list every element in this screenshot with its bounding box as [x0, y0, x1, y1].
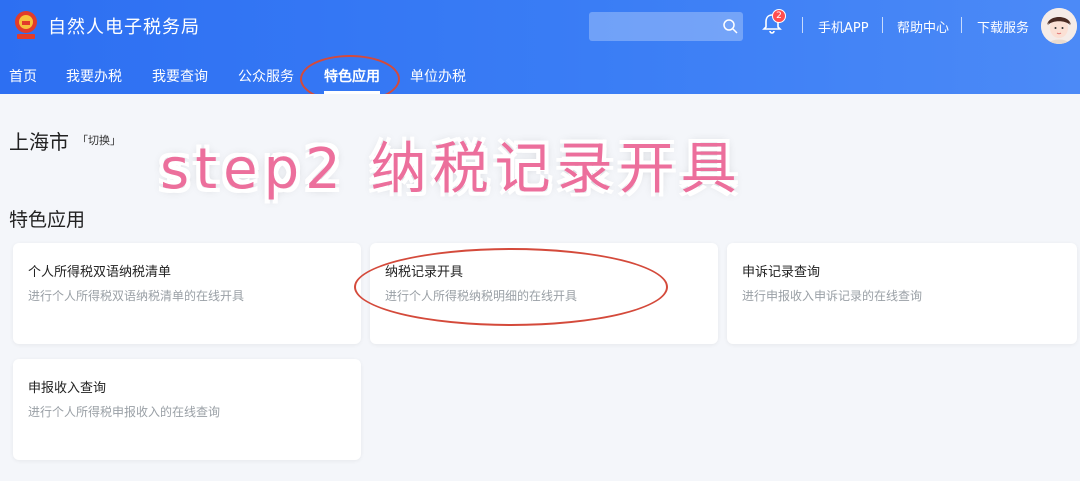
card-desc: 进行个人所得税双语纳税清单的在线开具	[28, 289, 245, 303]
switch-city-link[interactable]: 「切换」	[77, 132, 121, 148]
step-overlay-text: step2 纳税记录开具	[160, 137, 743, 202]
card-appeal-record-query[interactable]: 申诉记录查询 进行申报收入申诉记录的在线查询	[727, 243, 1077, 344]
search-icon[interactable]	[722, 18, 738, 34]
help-center-link[interactable]: 帮助中心	[897, 17, 949, 36]
main-nav: 首页 我要办税 我要查询 公众服务 特色应用 单位办税	[0, 60, 1080, 94]
divider	[961, 17, 962, 33]
card-desc: 进行个人所得税申报收入的在线查询	[28, 405, 221, 419]
card-title: 申报收入查询	[28, 381, 107, 396]
nav-query[interactable]: 我要查询	[152, 66, 208, 86]
search-input[interactable]	[589, 12, 743, 41]
nav-public-service[interactable]: 公众服务	[238, 66, 294, 86]
card-title: 个人所得税双语纳税清单	[28, 265, 172, 280]
card-bilingual-tax-list[interactable]: 个人所得税双语纳税清单 进行个人所得税双语纳税清单的在线开具	[13, 243, 361, 344]
card-desc: 进行申报收入申诉记录的在线查询	[742, 289, 923, 303]
download-service-link[interactable]: 下载服务	[977, 17, 1029, 36]
nav-tax-handling[interactable]: 我要办税	[66, 66, 122, 86]
section-title: 特色应用	[9, 209, 86, 231]
nav-unit-tax[interactable]: 单位办税	[410, 66, 466, 86]
city-label: 上海市	[9, 130, 69, 154]
card-title: 申诉记录查询	[742, 265, 821, 280]
header: 自然人电子税务局 2 手机APP 帮助中心 下载服务 首页 我要办税 我要查询 …	[0, 0, 1080, 94]
notification-badge: 2	[772, 9, 786, 23]
divider	[802, 17, 803, 33]
avatar[interactable]	[1041, 8, 1077, 44]
divider	[882, 17, 883, 33]
card-declared-income-query[interactable]: 申报收入查询 进行个人所得税申报收入的在线查询	[13, 359, 361, 460]
tax-emblem-icon[interactable]	[12, 9, 40, 41]
annotation-circle-card	[354, 248, 668, 326]
nav-home[interactable]: 首页	[9, 66, 37, 86]
app-title: 自然人电子税务局	[48, 17, 200, 38]
mobile-app-link[interactable]: 手机APP	[818, 17, 869, 36]
avatar-icon	[1041, 8, 1077, 44]
